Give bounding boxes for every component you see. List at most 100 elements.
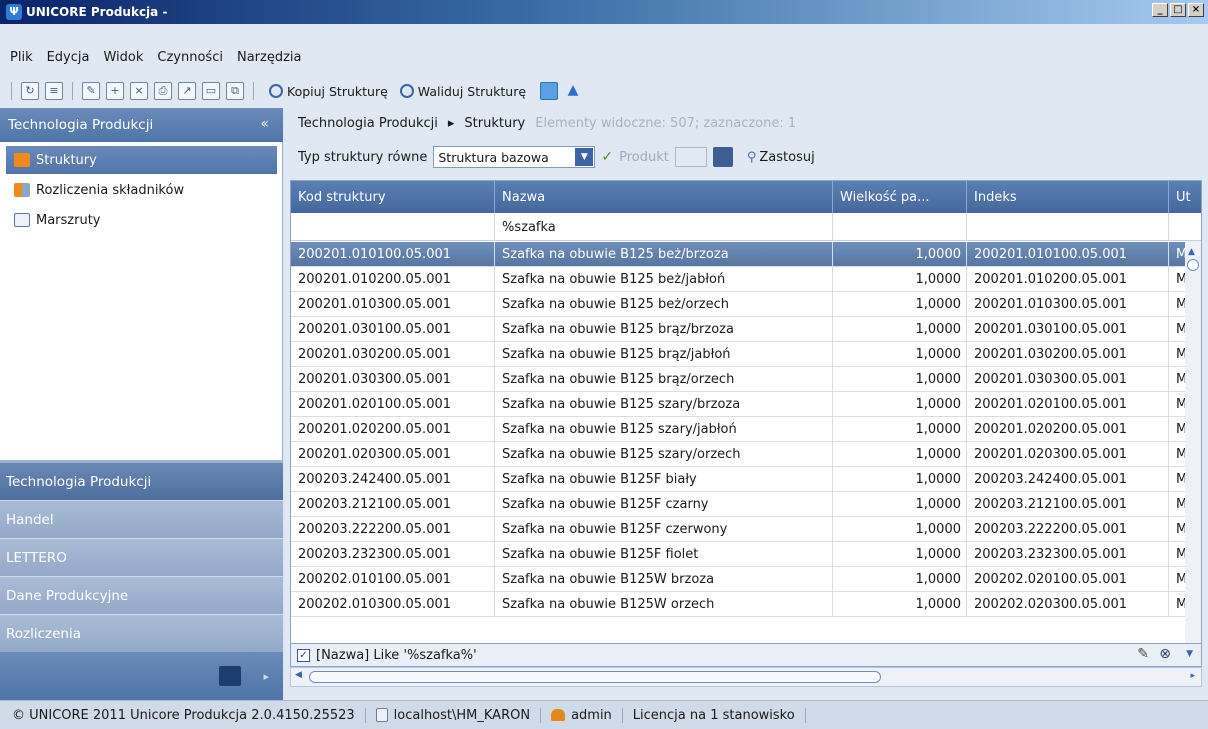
filter-enabled-checkbox[interactable]: ✓	[297, 648, 310, 662]
cell-nazwa: Szafka na obuwie B125F czarny	[495, 492, 833, 517]
validate-structure-button[interactable]: Waliduj Strukturę	[399, 84, 526, 99]
column-header-indeks[interactable]: Indeks	[967, 181, 1169, 213]
left-panel-header: Technologia Produkcji «	[0, 108, 283, 142]
filter-cell-ut[interactable]	[1169, 213, 1201, 241]
filter-check-icon[interactable]: ✓	[601, 149, 613, 165]
menu-plik[interactable]: Plik	[10, 50, 33, 65]
scroll-down-icon[interactable]: ▼	[1186, 649, 1193, 659]
nav-item-marszruty[interactable]: Marszruty	[6, 206, 277, 234]
nav-item-rozliczenia-skladnikow[interactable]: Rozliczenia składników	[6, 176, 277, 204]
maximize-button[interactable]: □	[1170, 3, 1186, 17]
cell-wielkosc: 1,0000	[833, 592, 967, 617]
table-row[interactable]: 200203.242400.05.001 Szafka na obuwie B12…	[291, 467, 1201, 492]
column-header-kod[interactable]: Kod struktury	[291, 181, 495, 213]
table-row[interactable]: 200202.010100.05.001 Szafka na obuwie B12…	[291, 567, 1201, 592]
structure-type-select[interactable]: Struktura bazowa ▼	[433, 146, 596, 168]
export-icon[interactable]: ↗	[178, 82, 196, 100]
cell-kod: 200201.020200.05.001	[291, 417, 495, 442]
column-header-wielkosc[interactable]: Wielkość pa...	[833, 181, 967, 213]
breadcrumb-root[interactable]: Technologia Produkcji	[298, 116, 438, 131]
collapse-chevron-icon[interactable]: «	[260, 116, 269, 132]
table-row[interactable]: 200203.222200.05.001 Szafka na obuwie B12…	[291, 517, 1201, 542]
cell-kod: 200203.212100.05.001	[291, 492, 495, 517]
section-dane-produkcyjne[interactable]: Dane Produkcyjne	[0, 576, 283, 614]
table-row[interactable]: 200201.030100.05.001 Szafka na obuwie B12…	[291, 317, 1201, 342]
apply-filter-button[interactable]: ⚲ Zastosuj	[747, 150, 815, 165]
refresh-icon[interactable]: ↻	[21, 82, 39, 100]
edit-icon[interactable]: ✎	[82, 82, 100, 100]
scroll-up-icon[interactable]: ▲	[1188, 247, 1195, 257]
section-handel[interactable]: Handel	[0, 500, 283, 538]
table-row[interactable]: 200203.232300.05.001 Szafka na obuwie B12…	[291, 542, 1201, 567]
breadcrumb-current[interactable]: Struktury	[464, 116, 525, 131]
components-icon	[14, 183, 30, 197]
filter-cell-kod[interactable]	[291, 213, 495, 241]
grid-header: Kod struktury Nazwa Wielkość pa... Indek…	[291, 181, 1201, 213]
filter-cell-indeks[interactable]	[967, 213, 1169, 241]
clear-filter-icon[interactable]	[712, 147, 733, 167]
cell-nazwa: Szafka na obuwie B125 brąz/jabłoń	[495, 342, 833, 367]
expand-arrow-icon[interactable]: ▸	[263, 670, 269, 683]
cell-kod: 200201.010300.05.001	[291, 292, 495, 317]
menu-czynnosci[interactable]: Czynności	[157, 50, 223, 65]
section-lettero[interactable]: LETTERO	[0, 538, 283, 576]
menu-narzedzia[interactable]: Narzędzia	[237, 50, 302, 65]
pencil-icon[interactable]: ✎	[1137, 646, 1149, 662]
nav-item-label: Struktury	[36, 152, 97, 168]
cell-indeks: 200201.010200.05.001	[967, 267, 1169, 292]
cell-kod: 200201.020300.05.001	[291, 442, 495, 467]
window-icon[interactable]: ▭	[202, 82, 220, 100]
horizontal-scroll-thumb[interactable]	[309, 671, 881, 683]
copy-structure-button[interactable]: Kopiuj Strukturę	[269, 84, 388, 99]
warning-icon[interactable]: ▲	[564, 82, 582, 100]
table-row[interactable]: 200201.030200.05.001 Szafka na obuwie B12…	[291, 342, 1201, 367]
nav-item-struktury[interactable]: Struktury	[6, 146, 277, 174]
structures-icon	[14, 153, 30, 167]
module-switch-icon[interactable]	[219, 666, 241, 686]
delete-icon[interactable]: ×	[130, 82, 148, 100]
window-title: UNICORE Produkcja -	[26, 5, 168, 19]
menu-edycja[interactable]: Edycja	[47, 50, 90, 65]
table-row[interactable]: 200201.020300.05.001 Szafka na obuwie B12…	[291, 442, 1201, 467]
breadcrumb: Technologia Produkcji ▸ Struktury Elemen…	[298, 116, 796, 131]
close-filter-icon[interactable]: ⊗	[1159, 646, 1171, 662]
table-row[interactable]: 200203.212100.05.001 Szafka na obuwie B12…	[291, 492, 1201, 517]
horizontal-scrollbar[interactable]: ◀ ▸	[290, 667, 1202, 687]
section-technologia-produkcji[interactable]: Technologia Produkcji	[0, 460, 283, 500]
add-icon[interactable]: +	[106, 82, 124, 100]
filter-cell-nazwa[interactable]: %szafka	[495, 213, 833, 241]
table-row[interactable]: 200201.010300.05.001 Szafka na obuwie B12…	[291, 292, 1201, 317]
filter-cell-wielkosc[interactable]	[833, 213, 967, 241]
scroll-thumb[interactable]	[1187, 259, 1199, 271]
minimize-button[interactable]: _	[1152, 3, 1168, 17]
table-row[interactable]: 200201.020100.05.001 Szafka na obuwie B12…	[291, 392, 1201, 417]
section-rozliczenia[interactable]: Rozliczenia	[0, 614, 283, 652]
cell-indeks: 200201.010100.05.001	[967, 242, 1169, 267]
status-bar: © UNICORE 2011 Unicore Produkcja 2.0.415…	[0, 700, 1208, 729]
scroll-right-icon[interactable]: ▸	[1190, 671, 1195, 681]
cell-wielkosc: 1,0000	[833, 442, 967, 467]
menu-widok[interactable]: Widok	[103, 50, 143, 65]
table-row[interactable]: 200201.020200.05.001 Szafka na obuwie B12…	[291, 417, 1201, 442]
vertical-scrollbar[interactable]: ▲	[1185, 241, 1201, 651]
cell-wielkosc: 1,0000	[833, 267, 967, 292]
app-icon: Ψ	[6, 4, 22, 20]
grid-filter-row: %szafka	[291, 213, 1201, 241]
scroll-left-icon[interactable]: ◀	[295, 670, 302, 680]
column-header-nazwa[interactable]: Nazwa	[495, 181, 833, 213]
table-row[interactable]: 200201.030300.05.001 Szafka na obuwie B12…	[291, 367, 1201, 392]
cell-nazwa: Szafka na obuwie B125F czerwony	[495, 517, 833, 542]
cell-wielkosc: 1,0000	[833, 517, 967, 542]
table-row[interactable]: 200201.010200.05.001 Szafka na obuwie B12…	[291, 267, 1201, 292]
breadcrumb-arrow-icon: ▸	[447, 116, 455, 131]
list-icon[interactable]: ≡	[45, 82, 63, 100]
table-row[interactable]: 200201.010100.05.001 Szafka na obuwie B12…	[291, 242, 1201, 267]
new-window-icon[interactable]: ⧉	[226, 82, 244, 100]
product-picker[interactable]	[674, 147, 707, 167]
cell-indeks: 200201.030100.05.001	[967, 317, 1169, 342]
table-row[interactable]: 200202.010300.05.001 Szafka na obuwie B12…	[291, 592, 1201, 617]
close-button[interactable]: ×	[1188, 3, 1204, 17]
print-icon[interactable]: ⎙	[154, 82, 172, 100]
column-header-ut[interactable]: Ut	[1169, 181, 1201, 213]
folder-icon[interactable]	[540, 82, 559, 100]
